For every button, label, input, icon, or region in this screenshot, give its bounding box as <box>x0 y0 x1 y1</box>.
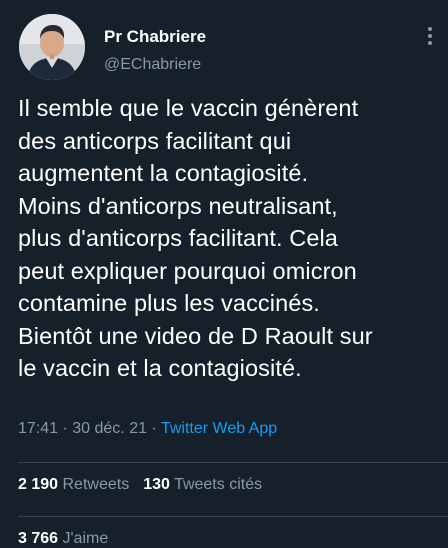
tweet-text-line: des anticorps facilitant qui <box>18 127 292 154</box>
tweet-time[interactable]: 17:41 <box>18 420 58 437</box>
tweet-date[interactable]: 30 déc. 21 <box>72 420 147 437</box>
author-handle[interactable]: @EChabriere <box>104 56 201 74</box>
engagement-stats: 2 190 Retweets 130 Tweets cités <box>18 476 276 494</box>
likes-label: J'aime <box>62 530 109 547</box>
likes-stats: 3 766 J'aime <box>18 530 122 548</box>
avatar-image <box>19 14 85 80</box>
divider <box>18 462 448 463</box>
tweet-text-line: Bientôt une video de D Raoult sur <box>18 322 373 349</box>
tweet-text-line: le vaccin et la contagiosité. <box>18 355 302 381</box>
retweets-label: Retweets <box>62 476 130 493</box>
meta-separator: · <box>147 420 161 437</box>
tweet-text-line: plus d'anticorps facilitant. Cela <box>18 225 338 251</box>
tweet-source-link[interactable]: Twitter Web App <box>161 420 277 437</box>
tweet-text-line: augmentent la contagiosité. <box>18 160 309 186</box>
tweet-metadata: 17:41 · 30 déc. 21 · Twitter Web App <box>18 420 277 438</box>
likes-count: 3 766 <box>18 530 59 547</box>
meta-separator: · <box>58 420 73 437</box>
retweets-stat[interactable]: 2 190 Retweets <box>18 476 129 493</box>
quote-tweets-label: Tweets cités <box>174 476 263 493</box>
tweet-text-line: contamine plus les vaccinés. <box>18 290 320 316</box>
divider <box>18 516 448 517</box>
likes-stat[interactable]: 3 766 J'aime <box>18 530 108 547</box>
tweet-text-line: peut expliquer pourquoi omicron <box>18 257 357 284</box>
tweet-card: Pr Chabriere @EChabriere Il semble que l… <box>0 0 448 548</box>
quote-tweets-stat[interactable]: 130 Tweets cités <box>143 476 262 493</box>
avatar[interactable] <box>19 14 85 80</box>
more-options-icon[interactable] <box>424 27 436 49</box>
author-display-name[interactable]: Pr Chabriere <box>104 27 206 47</box>
tweet-text: Il semble que le vaccin génèrent des ant… <box>18 92 443 385</box>
tweet-text-line: Moins d'anticorps neutralisant, <box>18 192 338 219</box>
retweets-count: 2 190 <box>18 476 59 493</box>
quote-tweets-count: 130 <box>143 476 170 493</box>
tweet-text-line: Il semble que le vaccin génèrent <box>18 95 359 121</box>
